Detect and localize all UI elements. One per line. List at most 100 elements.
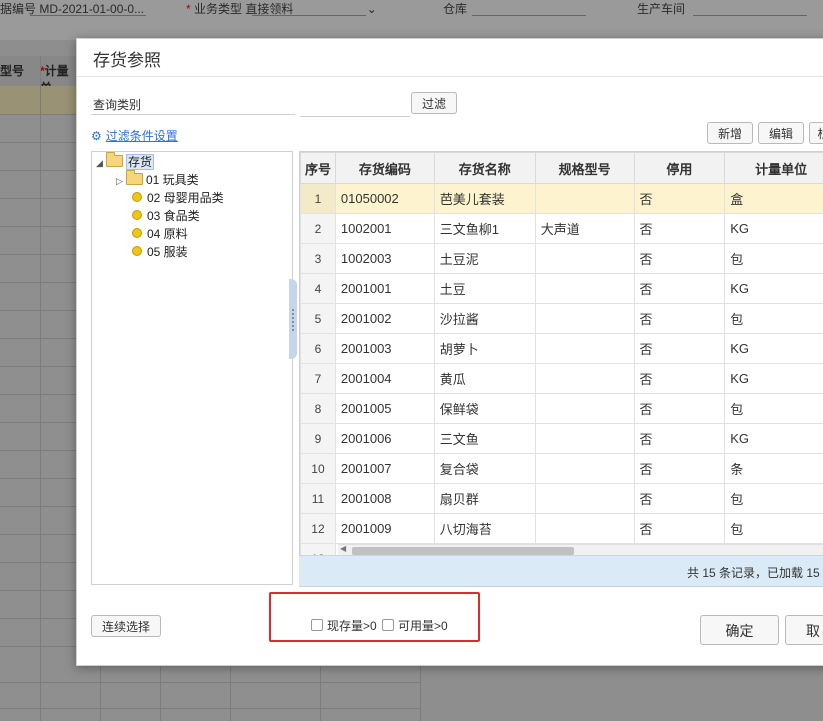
column-header-spec[interactable]: 规格型号 xyxy=(534,152,635,184)
grip-icon xyxy=(292,309,296,331)
table-row[interactable]: 2 1002001 三文鱼柳1 大声道否 KG xyxy=(300,213,823,244)
cell-code: 2001002 xyxy=(334,303,435,334)
bg-grid-line xyxy=(0,310,76,311)
cell-disabled: 否 xyxy=(633,333,726,364)
cell-disabled: 否 xyxy=(633,453,726,484)
scrollbar-thumb[interactable] xyxy=(352,547,574,555)
query-keyword-input[interactable] xyxy=(300,92,410,117)
grid-body: 1 01050002 芭美儿套装否盒 2 1002001 三文鱼柳1 大声道否 KG 3 1002… xyxy=(300,183,823,574)
cell-name: 复合袋 xyxy=(433,453,536,484)
cell-unit: KG xyxy=(724,423,823,454)
cell-spec xyxy=(534,303,635,334)
tree-node-material[interactable]: 04 原料 xyxy=(132,226,188,242)
grid-header-row: 序号 存货编码 存货名称 规格型号 停用 计量单位 xyxy=(300,152,823,184)
cell-unit: 包 xyxy=(724,393,823,424)
cell-unit: 包 xyxy=(724,483,823,514)
dialog-title: 存货参照 xyxy=(93,51,161,70)
cell-spec xyxy=(534,513,635,544)
cell-name: 三文鱼 xyxy=(433,423,536,454)
column-header-unit[interactable]: 计量单位 xyxy=(724,152,823,184)
expand-arrow-icon[interactable]: ▷ xyxy=(116,173,126,189)
continuous-select-button[interactable]: 连续选择 xyxy=(91,615,161,637)
tree-node-toys[interactable]: ▷ 01 玩具类 xyxy=(116,170,199,189)
cell-unit: 包 xyxy=(724,513,823,544)
filter-button[interactable]: 过滤 xyxy=(411,92,457,114)
cell-name: 胡萝卜 xyxy=(433,333,536,364)
cell-unit: KG xyxy=(724,273,823,304)
cell-unit: KG xyxy=(724,363,823,394)
scroll-left-icon[interactable]: ◀ xyxy=(340,544,346,553)
edit-button[interactable]: 编辑 xyxy=(758,122,804,144)
cell-index: 4 xyxy=(300,273,336,304)
cell-spec xyxy=(534,363,635,394)
table-row[interactable]: 1 01050002 芭美儿套装 否盒 xyxy=(300,183,823,214)
bg-field-underline xyxy=(693,15,807,16)
cell-name: 扇贝群 xyxy=(433,483,536,514)
cell-spec xyxy=(534,333,635,364)
bg-grid-line xyxy=(0,142,76,143)
table-row[interactable]: 12 2001009 八切海苔 否包 xyxy=(300,513,823,544)
tree-node-clothing[interactable]: 05 服装 xyxy=(132,244,188,260)
bg-grid-line xyxy=(0,618,76,619)
table-row[interactable]: 5 2001002 沙拉酱 否包 xyxy=(300,303,823,334)
query-category-select[interactable]: 查询类别 ⌄ xyxy=(91,92,295,115)
leaf-node-icon xyxy=(132,228,142,238)
table-row[interactable]: 8 2001005 保鲜袋 否包 xyxy=(300,393,823,424)
bg-field-biz-type: * 业务类型 直接领料 ⌄ xyxy=(186,2,377,16)
bg-field-warehouse: 仓库 xyxy=(443,2,468,16)
table-row[interactable]: 10 2001007 复合袋 否条 xyxy=(300,453,823,484)
leaf-node-icon xyxy=(132,192,142,202)
bg-grid-line xyxy=(0,394,76,395)
cancel-button[interactable]: 取 xyxy=(785,615,823,645)
column-header-disabled[interactable]: 停用 xyxy=(633,152,726,184)
bg-grid-line xyxy=(0,682,420,683)
cell-name: 三文鱼柳1 xyxy=(433,213,536,244)
table-row[interactable]: 7 2001004 黄瓜 否 KG xyxy=(300,363,823,394)
bg-grid-line xyxy=(0,282,76,283)
bg-grid-line xyxy=(0,646,76,647)
tree-node-label: 04 原料 xyxy=(147,227,188,241)
cell-spec xyxy=(534,183,635,214)
leaf-node-icon xyxy=(132,210,142,220)
tree-node-food[interactable]: 03 食品类 xyxy=(132,208,200,224)
bg-grid-line xyxy=(0,254,76,255)
table-row[interactable]: 9 2001006 三文鱼 否 KG xyxy=(300,423,823,454)
cell-code: 2001005 xyxy=(334,393,435,424)
cell-code: 1002003 xyxy=(334,243,435,274)
column-header-index[interactable]: 序号 xyxy=(300,152,336,184)
bg-grid-line xyxy=(0,562,76,563)
column-header-code[interactable]: 存货编码 xyxy=(334,152,435,184)
cell-index: 8 xyxy=(300,393,336,424)
bg-grid-line xyxy=(0,708,420,709)
tree-node-maternal[interactable]: 02 母婴用品类 xyxy=(132,190,224,206)
panel-splitter-handle[interactable] xyxy=(289,279,297,359)
cell-name: 芭美儿套装 xyxy=(433,183,536,214)
cell-name: 土豆泥 xyxy=(433,243,536,274)
collapse-arrow-icon[interactable]: ◢ xyxy=(96,155,106,171)
cell-name: 保鲜袋 xyxy=(433,393,536,424)
cell-code: 2001006 xyxy=(334,423,435,454)
new-button[interactable]: 新增 xyxy=(707,122,753,144)
cell-spec xyxy=(534,483,635,514)
cell-disabled: 否 xyxy=(633,423,726,454)
cell-spec xyxy=(534,453,635,484)
column-header-name[interactable]: 存货名称 xyxy=(433,152,536,184)
grid-footer: 共 15 条记录，已加载 15 xyxy=(299,555,823,586)
table-row[interactable]: 6 2001003 胡萝卜 否 KG xyxy=(300,333,823,364)
bg-grid-line xyxy=(0,366,76,367)
table-row[interactable]: 3 1002003 土豆泥 否包 xyxy=(300,243,823,274)
confirm-button[interactable]: 确定 xyxy=(700,615,779,645)
cell-index: 2 xyxy=(300,213,336,244)
tree-node-label: 03 食品类 xyxy=(147,209,200,223)
filter-settings-link[interactable]: ⚙ 过滤条件设置 xyxy=(91,127,178,144)
cell-code: 2001007 xyxy=(334,453,435,484)
more-toolbar-button[interactable]: 栏 xyxy=(809,122,823,144)
table-row[interactable]: 11 2001008 扇贝群 否包 xyxy=(300,483,823,514)
tree-node-label: 01 玩具类 xyxy=(146,173,199,187)
tree-node-root[interactable]: ◢ 存货 xyxy=(96,152,155,171)
gear-icon: ⚙ xyxy=(91,129,102,143)
table-row[interactable]: 4 2001001 土豆 否 KG xyxy=(300,273,823,304)
bg-grid-line xyxy=(0,170,76,171)
cell-unit: 包 xyxy=(724,303,823,334)
cell-code: 2001001 xyxy=(334,273,435,304)
